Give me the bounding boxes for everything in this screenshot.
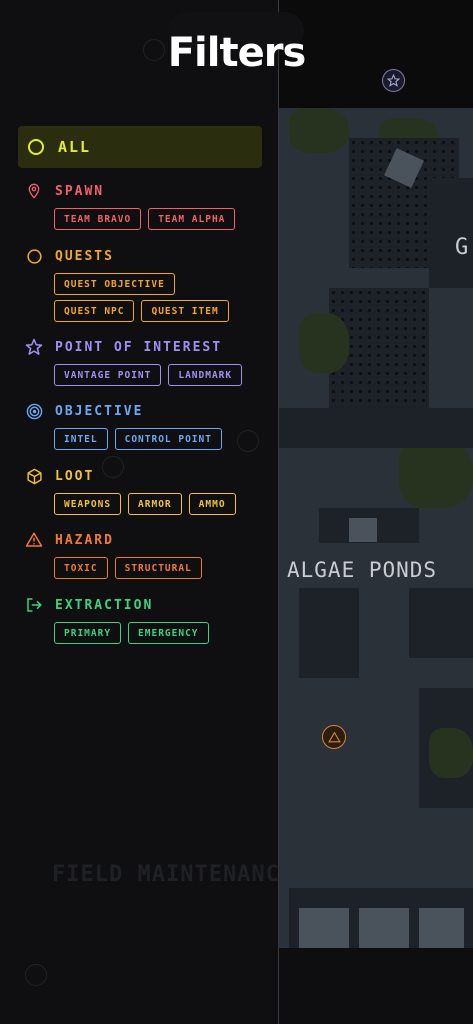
filter-category-poi: POINT OF INTEREST VANTAGE POINT LANDMARK <box>18 337 262 391</box>
category-header-spawn[interactable]: SPAWN <box>18 181 262 201</box>
category-label: HAZARD <box>55 532 114 548</box>
chip-group: PRIMARY EMERGENCY <box>54 622 262 649</box>
chip-group: WEAPONS ARMOR AMMO <box>54 493 262 520</box>
filter-chip[interactable]: CONTROL POINT <box>114 428 222 450</box>
star-icon <box>25 338 43 356</box>
filter-chip[interactable]: STRUCTURAL <box>114 557 202 579</box>
filter-chip[interactable]: TEAM BRAVO <box>54 208 142 230</box>
filter-chip[interactable]: TOXIC <box>54 557 108 579</box>
box-icon <box>25 467 43 485</box>
filter-category-hazard: HAZARD TOXIC STRUCTURAL <box>18 530 262 584</box>
filter-chip[interactable]: INTEL <box>54 428 108 450</box>
category-label: SPAWN <box>55 183 105 199</box>
filter-chip[interactable]: WEAPONS <box>54 493 122 515</box>
filter-chip[interactable]: QUEST NPC <box>54 300 135 322</box>
map-marker-hazard[interactable] <box>322 725 346 749</box>
filter-all-label: ALL <box>58 138 92 156</box>
chip-group: VANTAGE POINT LANDMARK <box>54 364 262 391</box>
circle-icon <box>28 139 44 155</box>
warning-triangle-icon <box>25 531 43 549</box>
map-bottom-strip <box>279 948 473 1024</box>
filter-category-spawn: SPAWN TEAM BRAVO TEAM ALPHA <box>18 181 262 235</box>
filter-chip[interactable]: PRIMARY <box>54 622 122 644</box>
category-header-objective[interactable]: OBJECTIVE <box>18 401 262 421</box>
chip-group: TEAM BRAVO TEAM ALPHA <box>54 208 262 235</box>
filter-category-quests: QUESTS QUEST OBJECTIVE QUEST NPC QUEST ITEM <box>18 246 262 327</box>
category-header-loot[interactable]: LOOT <box>18 466 262 486</box>
dimmed-map-marker <box>25 964 47 986</box>
category-header-extraction[interactable]: EXTRACTION <box>18 595 262 615</box>
filter-chip[interactable]: ARMOR <box>128 493 182 515</box>
map-label-algae-ponds: ALGAE PONDS <box>287 558 438 582</box>
category-header-hazard[interactable]: HAZARD <box>18 530 262 550</box>
filter-all-toggle[interactable]: ALL <box>18 126 262 168</box>
filter-chip[interactable]: QUEST OBJECTIVE <box>54 273 175 295</box>
filter-chip[interactable]: VANTAGE POINT <box>54 364 162 386</box>
category-label: LOOT <box>55 468 95 484</box>
exit-arrow-icon <box>25 596 43 614</box>
category-header-quests[interactable]: QUESTS <box>18 246 262 266</box>
panel-divider <box>278 0 279 1024</box>
chip-group: QUEST OBJECTIVE QUEST NPC QUEST ITEM <box>54 273 262 327</box>
filter-category-loot: LOOT WEAPONS ARMOR AMMO <box>18 466 262 520</box>
filter-category-extraction: EXTRACTION PRIMARY EMERGENCY <box>18 595 262 649</box>
page-title: Filters <box>167 30 307 76</box>
filter-chip[interactable]: EMERGENCY <box>128 622 209 644</box>
filter-chip[interactable]: LANDMARK <box>168 364 243 386</box>
category-label: OBJECTIVE <box>55 403 144 419</box>
filter-chip[interactable]: TEAM ALPHA <box>148 208 236 230</box>
filter-panel: ALL <box>18 126 262 168</box>
chip-group: TOXIC STRUCTURAL <box>54 557 262 584</box>
category-label: EXTRACTION <box>55 597 154 613</box>
map-view[interactable]: G ALGAE PONDS <box>279 108 473 948</box>
warning-triangle-icon <box>327 731 341 742</box>
filter-chip[interactable]: AMMO <box>188 493 236 515</box>
filter-chip[interactable]: QUEST ITEM <box>141 300 229 322</box>
target-icon <box>25 402 43 420</box>
map-label-edge: G <box>455 235 470 260</box>
filter-category-objective: OBJECTIVE INTEL CONTROL POINT <box>18 401 262 455</box>
circle-icon <box>25 247 43 265</box>
map-pin-icon <box>25 182 43 200</box>
chip-group: INTEL CONTROL POINT <box>54 428 262 455</box>
map-label-field-maintenance: FIELD MAINTENANCE <box>52 862 295 887</box>
category-label: QUESTS <box>55 248 114 264</box>
category-label: POINT OF INTEREST <box>55 339 223 355</box>
category-header-poi[interactable]: POINT OF INTEREST <box>18 337 262 357</box>
